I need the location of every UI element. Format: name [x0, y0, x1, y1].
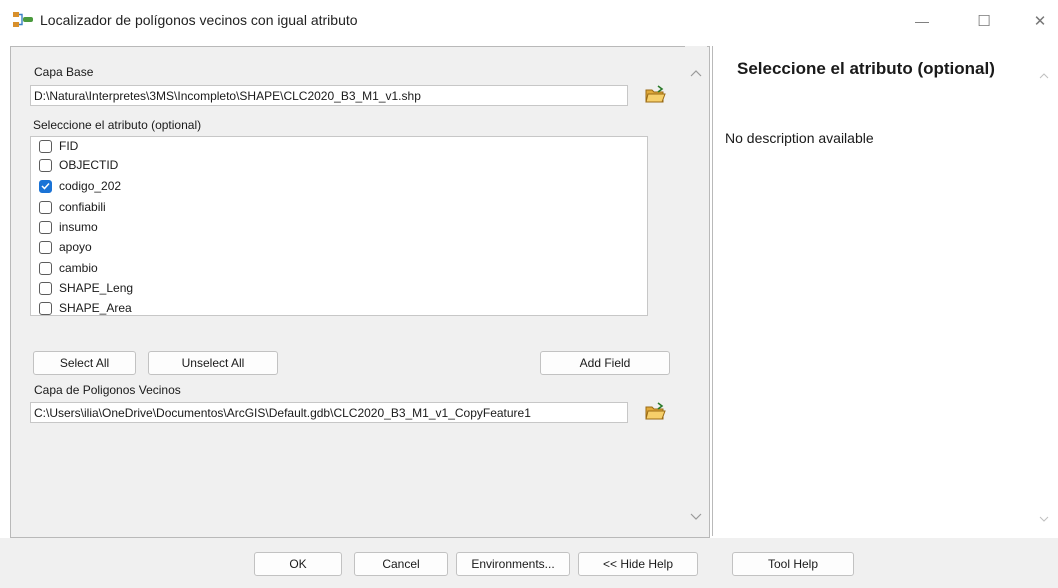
vecinos-label: Capa de Poligonos Vecinos: [34, 383, 181, 397]
maximize-button[interactable]: ☐: [962, 4, 1006, 38]
ok-button[interactable]: OK: [254, 552, 342, 576]
checkbox-confiabili[interactable]: [39, 200, 52, 214]
capa-base-input[interactable]: D:\Natura\Interpretes\3MS\Incompleto\SHA…: [30, 85, 628, 106]
list-item[interactable]: codigo_202: [39, 176, 121, 196]
list-item-label: OBJECTID: [59, 158, 119, 172]
list-item[interactable]: FID: [39, 137, 79, 156]
checkbox-apoyo[interactable]: [39, 240, 52, 254]
folder-open-icon: [645, 402, 666, 420]
checkbox-codigo_202[interactable]: [39, 179, 52, 193]
attribute-list[interactable]: FID OBJECTID codigo_202 confiabili insum…: [30, 136, 648, 316]
list-item[interactable]: SHAPE_Leng: [39, 278, 133, 298]
list-item[interactable]: OBJECTID: [39, 155, 118, 175]
panel-scrollbar[interactable]: [685, 46, 707, 536]
list-item-label: confiabili: [59, 200, 106, 214]
capa-base-label: Capa Base: [34, 65, 94, 79]
chevron-up-icon[interactable]: [690, 64, 702, 80]
checkbox-OBJECTID[interactable]: [39, 158, 52, 172]
list-item[interactable]: confiabili: [39, 197, 106, 217]
chevron-down-icon[interactable]: [690, 508, 702, 524]
cancel-button[interactable]: Cancel: [354, 552, 448, 576]
tool-help-button[interactable]: Tool Help: [732, 552, 854, 576]
unselect-all-button[interactable]: Unselect All: [148, 351, 278, 375]
maximize-icon: ☐: [977, 13, 991, 30]
help-description: No description available: [725, 130, 874, 146]
list-item[interactable]: insumo: [39, 217, 98, 237]
checkbox-cambio[interactable]: [39, 261, 52, 275]
checkbox-FID[interactable]: [39, 139, 52, 153]
attribute-label: Seleccione el atributo (optional): [33, 118, 202, 132]
browse-capa-base-button[interactable]: [644, 84, 666, 106]
help-chevron-down-icon[interactable]: [1039, 510, 1049, 526]
checkbox-SHAPE_Area[interactable]: [39, 301, 52, 315]
dialog-button-bar: OK Cancel Environments... << Hide Help T…: [0, 538, 1058, 588]
checkbox-SHAPE_Leng[interactable]: [39, 281, 52, 295]
environments-button[interactable]: Environments...: [456, 552, 570, 576]
help-chevron-up-icon[interactable]: [1039, 66, 1049, 82]
model-tool-icon: [12, 11, 34, 29]
window-title: Localizador de polígonos vecinos con igu…: [40, 12, 358, 28]
list-item-label: SHAPE_Area: [59, 301, 132, 315]
help-panel: Seleccione el atributo (optional) No des…: [712, 46, 1058, 536]
minimize-button[interactable]: —: [900, 4, 944, 38]
hide-help-button[interactable]: << Hide Help: [578, 552, 698, 576]
list-item-label: cambio: [59, 261, 98, 275]
close-button[interactable]: ✕: [1018, 4, 1058, 38]
vecinos-input[interactable]: C:\Users\ilia\OneDrive\Documentos\ArcGIS…: [30, 402, 628, 423]
list-item-label: apoyo: [59, 240, 92, 254]
folder-open-icon: [645, 85, 666, 103]
close-icon: ✕: [1033, 13, 1047, 30]
add-field-button[interactable]: Add Field: [540, 351, 670, 375]
select-all-button[interactable]: Select All: [33, 351, 136, 375]
help-title: Seleccione el atributo (optional): [737, 59, 995, 78]
title-bar: Localizador de polígonos vecinos con igu…: [0, 0, 1058, 42]
list-item[interactable]: SHAPE_Area: [39, 298, 132, 315]
list-item-label: insumo: [59, 220, 98, 234]
check-icon: [41, 182, 50, 190]
minimize-icon: —: [915, 13, 929, 29]
list-item-label: codigo_202: [59, 179, 122, 193]
list-item[interactable]: cambio: [39, 258, 98, 278]
list-item-label: SHAPE_Leng: [59, 281, 134, 295]
list-item[interactable]: apoyo: [39, 237, 92, 257]
checkbox-insumo[interactable]: [39, 220, 52, 234]
browse-vecinos-button[interactable]: [644, 401, 666, 423]
list-item-label: FID: [59, 139, 79, 153]
